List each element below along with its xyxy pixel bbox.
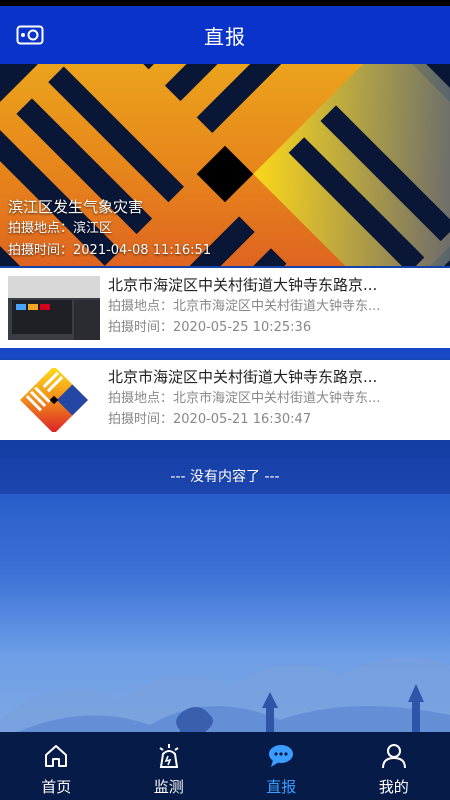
monitor-icon	[155, 742, 183, 770]
report-location: 拍摄地点：北京市海淀区中关村街道大钟寺东...	[108, 391, 381, 406]
tab-label: 我的	[378, 777, 409, 796]
featured-report-title: 滨江区发生气象灾害	[8, 198, 144, 216]
home-icon	[42, 742, 70, 770]
report-list-item[interactable]: 北京市海淀区中关村街道大钟寺东路京... 拍摄地点：北京市海淀区中关村街道大钟寺…	[0, 268, 450, 348]
app-header: 直报	[0, 6, 450, 64]
tab-label: 直报	[266, 777, 297, 796]
featured-report-location: 拍摄地点：滨江区	[8, 221, 113, 236]
report-thumbnail	[8, 276, 100, 340]
featured-report[interactable]: 滨江区发生气象灾害 拍摄地点：滨江区 拍摄时间：2021-04-08 11:16…	[0, 64, 450, 266]
tab-mine[interactable]: 我的	[338, 732, 450, 800]
divider	[0, 348, 450, 358]
report-content: 北京市海淀区中关村街道大钟寺东路京... 拍摄地点：北京市海淀区中关村街道大钟寺…	[108, 366, 438, 430]
report-title: 北京市海淀区中关村街道大钟寺东路京...	[108, 276, 378, 294]
tab-label: 首页	[41, 777, 72, 796]
page-title: 直报	[204, 24, 246, 49]
featured-report-caption: 滨江区发生气象灾害 拍摄地点：滨江区 拍摄时间：2021-04-08 11:16…	[8, 196, 211, 262]
report-list-item[interactable]: 北京市海淀区中关村街道大钟寺东路京... 拍摄地点：北京市海淀区中关村街道大钟寺…	[0, 360, 450, 440]
report-thumbnail	[8, 368, 100, 432]
bottom-tab-bar: 首页 监测 直报 我的	[0, 732, 450, 800]
user-icon	[380, 742, 408, 770]
tab-home[interactable]: 首页	[0, 732, 113, 800]
report-title: 北京市海淀区中关村街道大钟寺东路京...	[108, 368, 378, 386]
featured-report-time: 拍摄时间：2021-04-08 11:16:51	[8, 243, 212, 258]
camera-icon[interactable]	[16, 23, 44, 47]
report-content: 北京市海淀区中关村街道大钟寺东路京... 拍摄地点：北京市海淀区中关村街道大钟寺…	[108, 274, 438, 338]
tab-monitor[interactable]: 监测	[113, 732, 226, 800]
chat-icon	[267, 742, 295, 770]
tab-report[interactable]: 直报	[225, 732, 338, 800]
report-location: 拍摄地点：北京市海淀区中关村街道大钟寺东...	[108, 299, 381, 314]
report-time: 拍摄时间：2020-05-21 16:30:47	[108, 412, 312, 427]
list-end-text: --- 没有内容了 ---	[0, 458, 450, 494]
tab-label: 监测	[153, 777, 184, 796]
divider	[0, 440, 450, 458]
report-time: 拍摄时间：2020-05-25 10:25:36	[108, 320, 312, 335]
